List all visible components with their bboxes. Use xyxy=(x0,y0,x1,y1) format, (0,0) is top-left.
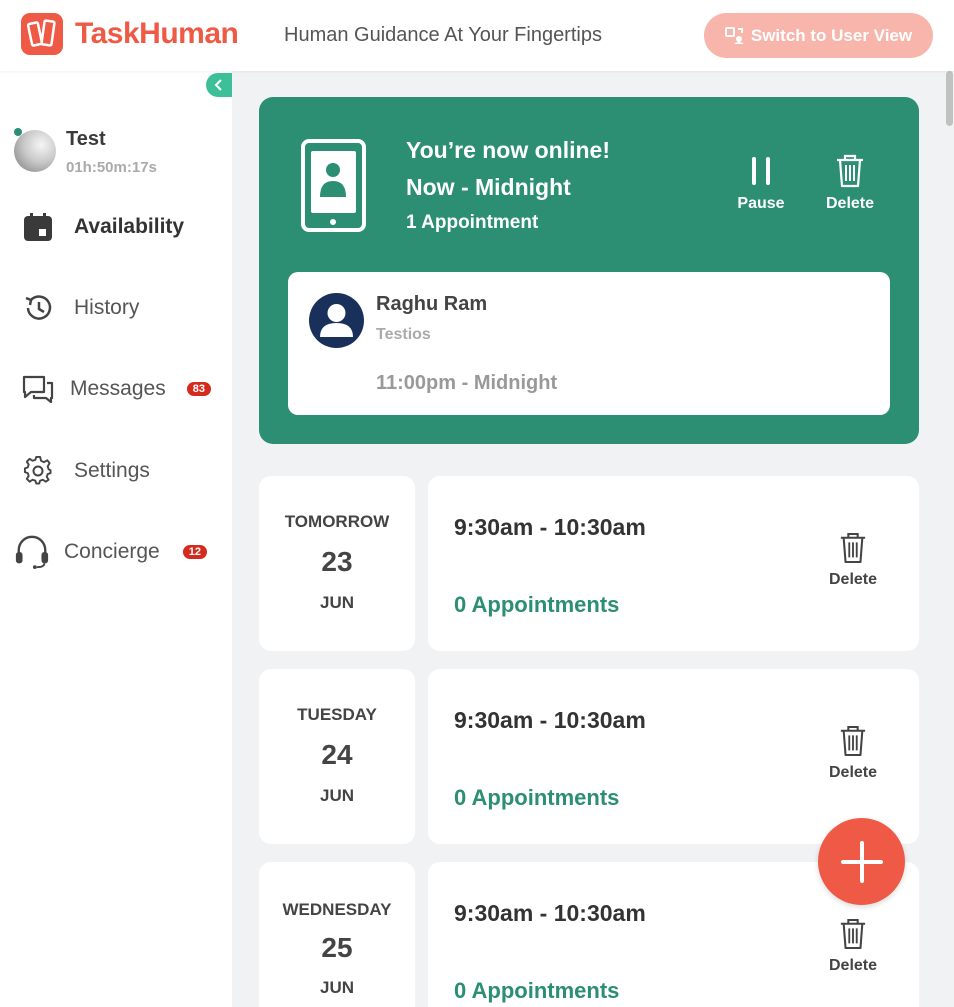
date-day: TUESDAY xyxy=(297,705,377,724)
date-card: TOMORROW 23 JUN xyxy=(259,476,415,651)
pause-button[interactable]: Pause xyxy=(731,153,791,213)
date-card: WEDNESDAY 25 JUN xyxy=(259,862,415,1007)
chat-icon xyxy=(20,371,56,407)
pause-icon xyxy=(731,153,791,189)
scrollbar-thumb[interactable] xyxy=(946,71,953,126)
logo-icon xyxy=(21,13,63,55)
date-month: JUN xyxy=(319,593,354,612)
profile-name: Test xyxy=(66,128,106,150)
online-time-range: Now - Midnight xyxy=(406,174,571,200)
switch-view-icon xyxy=(724,26,744,44)
date-month: JUN xyxy=(319,978,354,997)
trash-icon xyxy=(818,917,888,951)
slot-time: 9:30am - 10:30am xyxy=(454,514,646,540)
date-number: 23 xyxy=(321,546,353,577)
date-month: JUN xyxy=(319,786,354,805)
online-title: You’re now online! xyxy=(406,137,611,163)
delete-slot-button[interactable]: Delete xyxy=(818,724,888,782)
online-status-dot xyxy=(14,128,22,136)
delete-label: Delete xyxy=(828,957,878,974)
slot-time: 9:30am - 10:30am xyxy=(454,900,646,926)
date-number: 25 xyxy=(321,932,353,963)
brand-name: TaskHuman xyxy=(75,17,239,50)
add-availability-button[interactable] xyxy=(818,818,905,905)
delete-online-button[interactable]: Delete xyxy=(819,153,881,213)
phone-user-icon xyxy=(301,139,366,237)
slot-time: 9:30am - 10:30am xyxy=(454,707,646,733)
sidebar-item-label: Messages xyxy=(70,377,166,400)
tagline: Human Guidance At Your Fingertips xyxy=(284,24,602,46)
scrollbar-track[interactable] xyxy=(944,71,954,1007)
date-number: 24 xyxy=(321,739,353,770)
switch-view-label: Switch to User View xyxy=(750,25,913,45)
gear-icon xyxy=(20,453,56,489)
sidebar-item-history[interactable]: History xyxy=(20,290,139,326)
online-appointment-count: 1 Appointment xyxy=(406,212,539,233)
trash-icon xyxy=(818,724,888,758)
sidebar-item-label: Settings xyxy=(74,459,150,482)
sidebar-item-messages[interactable]: Messages 83 xyxy=(20,371,211,407)
calendar-icon xyxy=(20,209,56,245)
date-card: TUESDAY 24 JUN xyxy=(259,669,415,844)
date-day: WEDNESDAY xyxy=(282,900,392,919)
sidebar-item-label: Availability xyxy=(74,215,185,238)
trash-icon xyxy=(818,531,888,565)
delete-label: Delete xyxy=(828,764,878,781)
slot-appointments: 0 Appointments xyxy=(454,592,620,617)
app-header: TaskHuman Human Guidance At Your Fingert… xyxy=(0,0,954,71)
pause-label: Pause xyxy=(737,195,785,212)
sidebar-item-availability[interactable]: Availability xyxy=(20,209,184,245)
appointment-time: 11:00pm - Midnight xyxy=(376,372,558,394)
trash-icon xyxy=(819,153,881,189)
delete-label: Delete xyxy=(825,195,875,212)
sidebar-item-label: History xyxy=(74,296,140,319)
availability-slot-card[interactable]: 9:30am - 10:30am 0 Appointments Delete xyxy=(428,669,919,844)
plus-icon xyxy=(840,840,883,883)
online-timer: 01h:50m:17s xyxy=(66,159,157,176)
switch-to-user-view-button[interactable]: Switch to User View xyxy=(704,13,933,58)
delete-slot-button[interactable]: Delete xyxy=(818,917,888,975)
concierge-count-badge: 12 xyxy=(182,545,207,559)
availability-slot-card[interactable]: 9:30am - 10:30am 0 Appointments Delete xyxy=(428,476,919,651)
collapse-sidebar-button[interactable] xyxy=(206,73,232,97)
online-status-card: You’re now online! Now - Midnight 1 Appo… xyxy=(259,97,919,444)
headset-icon xyxy=(14,534,50,570)
slot-appointments: 0 Appointments xyxy=(454,785,620,810)
sidebar-item-label: Concierge xyxy=(64,540,160,563)
delete-label: Delete xyxy=(828,571,878,588)
profile-avatar[interactable] xyxy=(14,130,56,172)
sidebar-item-concierge[interactable]: Concierge 12 xyxy=(14,534,207,570)
delete-slot-button[interactable]: Delete xyxy=(818,531,888,589)
taskhuman-logo[interactable]: TaskHuman xyxy=(21,13,239,55)
current-appointment-card[interactable]: Raghu Ram Testios 11:00pm - Midnight xyxy=(288,272,890,415)
history-icon xyxy=(20,290,56,326)
avatar xyxy=(14,130,56,172)
user-avatar-icon xyxy=(309,293,364,348)
appointment-user-name: Raghu Ram xyxy=(376,293,488,315)
chevron-left-icon xyxy=(214,79,222,91)
sidebar-item-settings[interactable]: Settings xyxy=(20,453,150,489)
messages-count-badge: 83 xyxy=(186,382,211,396)
appointment-subtitle: Testios xyxy=(376,326,431,343)
date-day: TOMORROW xyxy=(284,512,390,531)
slot-appointments: 0 Appointments xyxy=(454,978,620,1003)
